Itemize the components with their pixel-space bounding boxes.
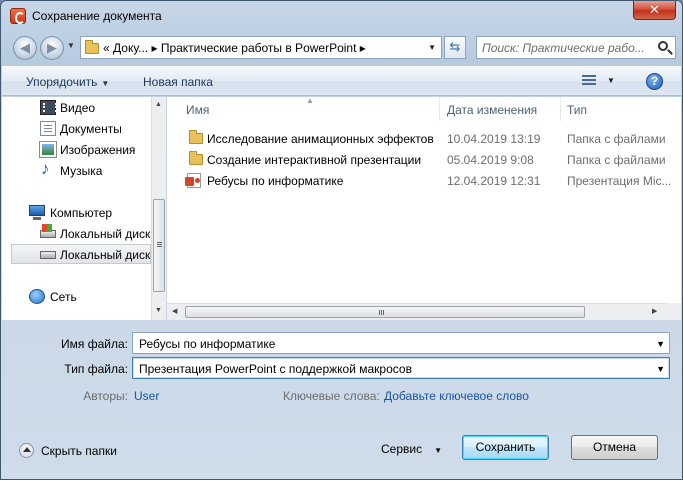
chevron-down-icon: ▼ xyxy=(434,446,443,455)
search-icon[interactable] xyxy=(658,41,668,51)
title-bar[interactable]: Сохранение документа ✕ xyxy=(1,1,682,31)
scroll-left-icon[interactable]: ◀ xyxy=(172,307,177,315)
sidebar-item-video[interactable]: Видео xyxy=(2,98,151,118)
recent-pages-dropdown-icon[interactable]: ▼ xyxy=(67,41,75,50)
sidebar-item-computer[interactable]: Компьютер xyxy=(2,203,151,223)
breadcrumb[interactable]: « Доку... ▸ Практические работы в PowerP… xyxy=(103,41,366,55)
sidebar-item-documents[interactable]: Документы xyxy=(2,119,151,139)
folder-icon xyxy=(189,130,203,144)
organize-button[interactable]: Упорядочить ▼ xyxy=(26,75,109,89)
close-button[interactable]: ✕ xyxy=(633,1,676,20)
scroll-down-icon[interactable]: ▼ xyxy=(155,307,162,314)
column-header-name[interactable]: Имя xyxy=(186,97,209,121)
system-disk-icon xyxy=(40,224,56,238)
file-date: 12.04.2019 12:31 xyxy=(447,174,541,188)
save-dialog: Сохранение документа ✕ ◀ ▶ ▼ « Доку... ▸… xyxy=(0,0,683,480)
column-divider[interactable] xyxy=(560,97,561,121)
address-bar[interactable]: « Доку... ▸ Практические работы в PowerP… xyxy=(80,36,442,59)
file-type: Папка с файлами xyxy=(567,132,666,146)
hide-folders-label: Скрыть папки xyxy=(41,444,117,458)
authors-label: Авторы: xyxy=(83,389,128,403)
navigation-pane: Видео Документы Изображения Музыка Компь… xyxy=(2,97,166,320)
views-icon[interactable] xyxy=(582,75,596,87)
filetype-value: Презентация PowerPoint с поддержкой макр… xyxy=(139,362,412,376)
authors-value[interactable]: User xyxy=(134,389,159,403)
pictures-icon xyxy=(39,141,57,158)
scroll-right-icon[interactable]: ▶ xyxy=(652,307,657,315)
sidebar-item-label: Сеть xyxy=(50,290,77,304)
save-button[interactable]: Сохранить xyxy=(462,435,549,460)
search-input[interactable] xyxy=(482,40,652,55)
column-header-date[interactable]: Дата изменения xyxy=(447,97,537,121)
sidebar-item-local-disk-c[interactable]: Локальный диск xyxy=(2,224,151,244)
new-folder-button[interactable]: Новая папка xyxy=(143,75,213,89)
column-divider[interactable] xyxy=(439,97,440,121)
sidebar-item-label: Документы xyxy=(60,122,122,136)
documents-icon xyxy=(40,121,56,136)
tools-button[interactable]: Сервис ▼ xyxy=(381,442,442,456)
scroll-up-icon[interactable]: ▲ xyxy=(155,101,162,108)
scrollbar-thumb[interactable] xyxy=(153,199,165,292)
keywords-label: Ключевые слова: xyxy=(283,389,380,403)
sidebar-item-network[interactable]: Сеть xyxy=(2,287,151,307)
table-row[interactable]: Исследование анимационных эффектов 10.04… xyxy=(167,128,681,149)
chevron-down-icon: ▼ xyxy=(101,79,110,88)
column-header-type[interactable]: Тип xyxy=(567,97,587,121)
folder-icon xyxy=(189,151,203,165)
sidebar-item-music[interactable]: Музыка xyxy=(2,161,151,181)
sidebar-item-label: Изображения xyxy=(60,143,136,157)
file-name: Создание интерактивной презентации xyxy=(207,153,422,167)
cancel-button[interactable]: Отмена xyxy=(571,435,658,460)
address-dropdown-icon[interactable]: ▼ xyxy=(428,43,436,52)
command-bar: Упорядочить ▼ Новая папка ▼ ? xyxy=(2,66,681,96)
video-icon xyxy=(40,100,57,115)
network-icon xyxy=(29,289,45,304)
back-button[interactable]: ◀ xyxy=(13,36,37,60)
app-icon xyxy=(10,8,26,24)
chevron-down-icon[interactable]: ▼ xyxy=(656,364,665,374)
powerpoint-file-icon xyxy=(185,173,201,188)
help-icon[interactable]: ? xyxy=(646,73,663,90)
keywords-value[interactable]: Добавьте ключевое слово xyxy=(384,389,529,403)
music-icon xyxy=(40,161,56,179)
file-list: ▲ Имя Дата изменения Тип Исследование ан… xyxy=(167,97,681,320)
sidebar-item-pictures[interactable]: Изображения xyxy=(2,140,151,160)
tools-label: Сервис xyxy=(381,442,423,456)
file-date: 10.04.2019 13:19 xyxy=(447,132,541,146)
disk-icon xyxy=(40,251,56,259)
scroll-corner xyxy=(666,303,681,320)
window-title: Сохранение документа xyxy=(32,9,162,23)
sidebar-item-label: Музыка xyxy=(60,164,103,178)
refresh-button[interactable]: ⇆ xyxy=(444,36,466,59)
scrollbar-thumb[interactable] xyxy=(185,306,585,318)
views-dropdown-icon[interactable]: ▼ xyxy=(607,76,615,85)
organize-label: Упорядочить xyxy=(26,75,98,89)
filetype-label: Тип файла: xyxy=(64,362,128,376)
filetype-select[interactable]: Презентация PowerPoint с поддержкой макр… xyxy=(132,357,670,379)
file-type: Папка с файлами xyxy=(567,153,666,167)
file-date: 05.04.2019 9:08 xyxy=(447,153,534,167)
filename-value: Ребусы по информатике xyxy=(139,337,276,351)
table-row[interactable]: Ребусы по информатике 12.04.2019 12:31 П… xyxy=(167,170,681,191)
filename-field[interactable]: Ребусы по информатике ▼ xyxy=(132,332,670,354)
navigation-scrollbar[interactable]: ▲ ▼ xyxy=(151,97,166,320)
sidebar-item-label: Компьютер xyxy=(50,206,113,220)
sort-ascending-icon: ▲ xyxy=(306,97,314,105)
filename-label: Имя файла: xyxy=(61,337,128,351)
forward-button[interactable]: ▶ xyxy=(40,36,64,60)
file-name: Исследование анимационных эффектов xyxy=(207,132,434,146)
file-name: Ребусы по информатике xyxy=(207,174,344,188)
computer-icon xyxy=(29,205,45,220)
sidebar-item-label: Локальный диск xyxy=(60,227,151,241)
sidebar-item-local-disk-d[interactable]: Локальный диск xyxy=(11,244,151,264)
sidebar-item-label: Локальный диск xyxy=(60,248,151,262)
horizontal-scrollbar[interactable]: ◀ ▶ xyxy=(167,303,681,320)
sidebar-item-label: Видео xyxy=(60,101,96,115)
search-box[interactable] xyxy=(476,36,676,59)
table-row[interactable]: Создание интерактивной презентации 05.04… xyxy=(167,149,681,170)
collapse-icon xyxy=(19,443,34,458)
chevron-down-icon[interactable]: ▼ xyxy=(656,339,665,349)
folder-icon xyxy=(85,40,99,54)
file-type: Презентация Mic... xyxy=(567,174,672,188)
